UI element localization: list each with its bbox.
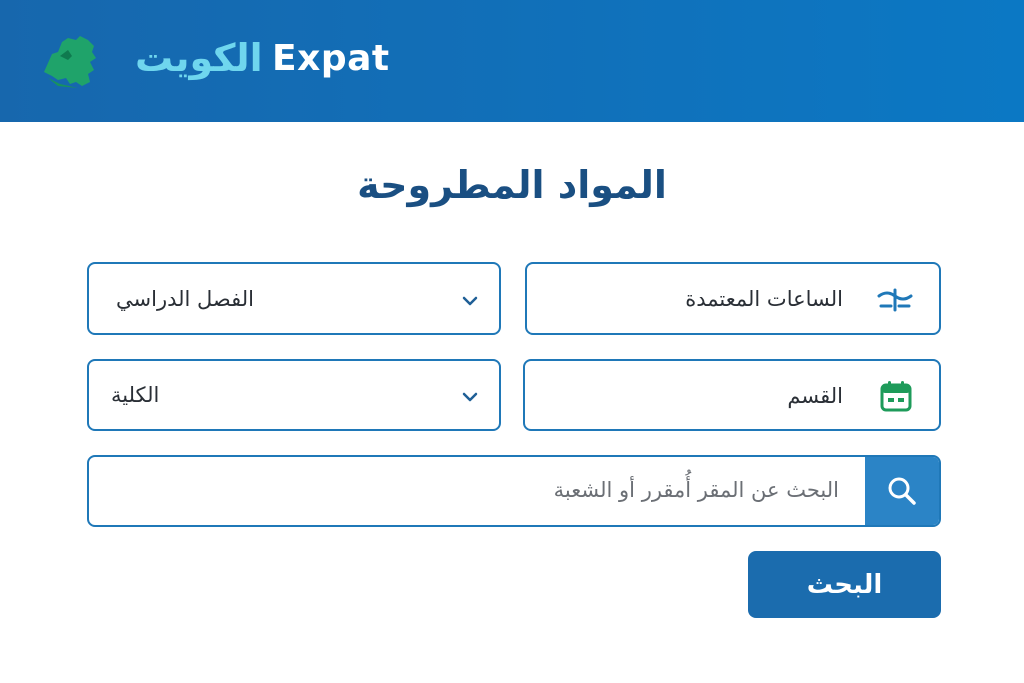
department-field[interactable]: القسم	[523, 359, 941, 431]
logo-text-english: Expat	[272, 38, 390, 79]
chevron-down-icon	[462, 296, 478, 306]
page-title: المواد المطروحة	[357, 163, 667, 207]
app-header: الكويت Expat	[0, 0, 1024, 122]
college-label: الكلية	[111, 383, 160, 407]
scale-icon	[877, 288, 913, 312]
search-submit-button[interactable]: البحث	[748, 551, 941, 618]
logo-text-arabic: الكويت	[135, 36, 263, 80]
credit-hours-label: الساعات المعتمدة	[685, 287, 843, 311]
college-dropdown[interactable]: الكلية	[87, 359, 501, 431]
semester-label: الفصل الدراسي	[116, 287, 254, 311]
site-logo[interactable]: الكويت Expat	[38, 32, 389, 90]
search-input[interactable]: البحث عن المقر أُمقرر أو الشعبة	[554, 478, 839, 502]
kuwait-map-icon	[44, 36, 96, 88]
search-bar: البحث عن المقر أُمقرر أو الشعبة	[87, 455, 941, 527]
search-icon-button[interactable]	[865, 457, 939, 525]
chevron-down-icon	[462, 392, 478, 402]
department-label: القسم	[787, 384, 843, 408]
semester-dropdown[interactable]: الفصل الدراسي	[87, 262, 501, 335]
search-icon	[888, 477, 916, 505]
calendar-icon	[880, 381, 912, 412]
credit-hours-field[interactable]: الساعات المعتمدة	[525, 262, 941, 335]
